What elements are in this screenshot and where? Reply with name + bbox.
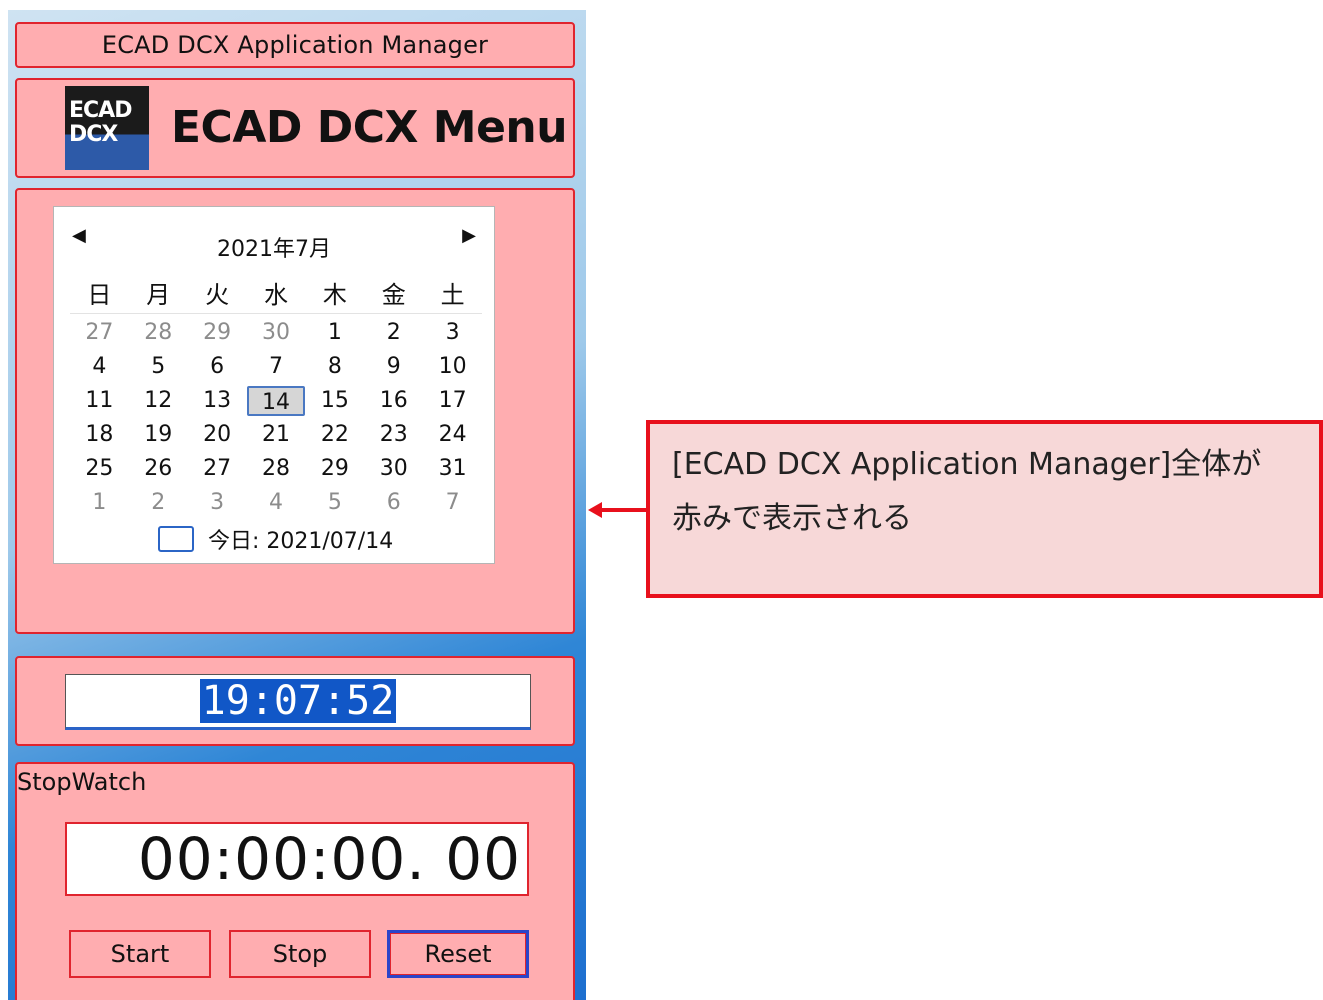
today-marker-icon: [158, 526, 194, 552]
weekday-header: 金: [381, 281, 406, 309]
today-link[interactable]: 今日: 2021/07/14: [158, 523, 393, 555]
calendar-week-row: 25 26 27 28 29 30 31: [70, 452, 482, 486]
calendar-week-row: 4 5 6 7 8 9 10: [70, 350, 482, 384]
calendar-day[interactable]: 15: [305, 386, 364, 416]
ecad-dcx-logo: ECAD DCX: [65, 86, 149, 170]
window-title: ECAD DCX Application Manager: [101, 31, 489, 59]
annotation-callout: [ECAD DCX Application Manager]全体が 赤みで表示さ…: [646, 420, 1323, 598]
calendar-week-row: 18 19 20 21 22 23 24: [70, 418, 482, 452]
calendar-day[interactable]: 26: [129, 454, 188, 484]
start-button[interactable]: Start: [69, 930, 211, 978]
calendar-day[interactable]: 6: [188, 352, 247, 382]
calendar-day[interactable]: 4: [247, 488, 306, 518]
calendar-day[interactable]: 22: [305, 420, 364, 450]
calendar-day[interactable]: 10: [423, 352, 482, 382]
calendar-day[interactable]: 1: [305, 318, 364, 348]
weekday-header: 水: [264, 281, 288, 309]
calendar-day[interactable]: 7: [247, 352, 306, 382]
stopwatch-display: 00:00:00. 00: [65, 822, 529, 896]
title-bar[interactable]: ECAD DCX Application Manager: [15, 22, 575, 68]
calendar-day[interactable]: 24: [423, 420, 482, 450]
reset-button[interactable]: Reset: [387, 930, 529, 978]
logo-text-top: ECAD: [69, 98, 132, 123]
calendar-day[interactable]: 4: [70, 352, 129, 382]
logo-text-bottom: DCX: [69, 122, 118, 147]
calendar-day[interactable]: 2: [364, 318, 423, 348]
stopwatch-panel: StopWatch 00:00:00. 00 Start Stop Reset: [15, 762, 575, 1000]
calendar-day[interactable]: 12: [129, 386, 188, 416]
stop-button[interactable]: Stop: [229, 930, 371, 978]
calendar-day[interactable]: 9: [364, 352, 423, 382]
calendar-day[interactable]: 25: [70, 454, 129, 484]
calendar-week-row: 1234567: [70, 486, 482, 520]
calendar-week-row: 27 28 29 30 1 2 3: [70, 316, 482, 350]
calendar-day[interactable]: 11: [70, 386, 129, 416]
calendar-day[interactable]: 3: [188, 488, 247, 518]
calendar-day[interactable]: 21: [247, 420, 306, 450]
calendar-panel: ◀ 2021年7月 ▶ 日月火水木金土 27 28 29 30 1 2 3 4 5 6 7 8 9 10 11…: [15, 188, 575, 634]
callout-arrow-icon: [588, 502, 602, 518]
callout-line-2: 赤みで表示される: [672, 501, 912, 536]
calendar-day[interactable]: 7: [423, 488, 482, 518]
calendar-day[interactable]: 18: [70, 420, 129, 450]
calendar-day[interactable]: 27: [70, 318, 129, 348]
callout-arrow-line: [600, 508, 648, 512]
calendar-day[interactable]: 23: [364, 420, 423, 450]
clock-panel: 19:07:52: [15, 656, 575, 746]
weekday-header: 月: [146, 281, 171, 309]
calendar-day[interactable]: 6: [364, 488, 423, 518]
calendar-day[interactable]: 17: [423, 386, 482, 416]
next-month-icon[interactable]: ▶: [462, 225, 476, 246]
today-label: 今日: 2021/07/14: [208, 529, 394, 554]
calendar-month-label[interactable]: 2021年7月: [54, 231, 494, 263]
weekday-header: 火: [205, 281, 230, 309]
weekday-header: 木: [322, 281, 347, 309]
calendar-day[interactable]: 16: [364, 386, 423, 416]
stopwatch-label: StopWatch: [17, 768, 147, 796]
callout-line-1: [ECAD DCX Application Manager]全体が: [672, 447, 1262, 482]
calendar-day[interactable]: 19: [129, 420, 188, 450]
calendar-day[interactable]: 13: [188, 386, 247, 416]
clock-field[interactable]: 19:07:52: [65, 674, 531, 730]
calendar-day[interactable]: 1: [70, 488, 129, 518]
menu-header: ECAD DCX ECAD DCX Menu: [15, 78, 575, 178]
calendar-grid: 日月火水木金土 27 28 29 30 1 2 3 4 5 6 7 8 9 10 11 12 13 14 15 16 17…: [70, 277, 482, 520]
calendar-day[interactable]: 31: [423, 454, 482, 484]
calendar-day[interactable]: 28: [247, 454, 306, 484]
stopwatch-time: 00:00:00. 00: [137, 825, 521, 893]
calendar-day[interactable]: 2: [129, 488, 188, 518]
calendar-day[interactable]: 30: [247, 318, 306, 348]
calendar-day[interactable]: 20: [188, 420, 247, 450]
calendar-day[interactable]: 30: [364, 454, 423, 484]
calendar-day[interactable]: 8: [305, 352, 364, 382]
calendar-day-selected[interactable]: 14: [246, 386, 306, 416]
calendar-weekday-row: 日月火水木金土: [70, 277, 482, 314]
weekday-header: 土: [440, 281, 465, 309]
page-title: ECAD DCX Menu: [171, 102, 568, 153]
app-window: ECAD DCX Application Manager ECAD DCX EC…: [8, 10, 586, 1000]
calendar-day[interactable]: 5: [129, 352, 188, 382]
calendar-day[interactable]: 5: [305, 488, 364, 518]
calendar-day[interactable]: 29: [188, 318, 247, 348]
calendar-day[interactable]: 28: [129, 318, 188, 348]
weekday-header: 日: [87, 281, 112, 309]
calendar-day[interactable]: 3: [423, 318, 482, 348]
calendar-day[interactable]: 29: [305, 454, 364, 484]
clock-time: 19:07:52: [199, 678, 397, 724]
calendar-day[interactable]: 27: [188, 454, 247, 484]
month-calendar[interactable]: ◀ 2021年7月 ▶ 日月火水木金土 27 28 29 30 1 2 3 4 5 6 7 8 9 10 11…: [53, 206, 495, 564]
calendar-week-row: 11 12 13 14 15 16 17: [70, 384, 482, 418]
